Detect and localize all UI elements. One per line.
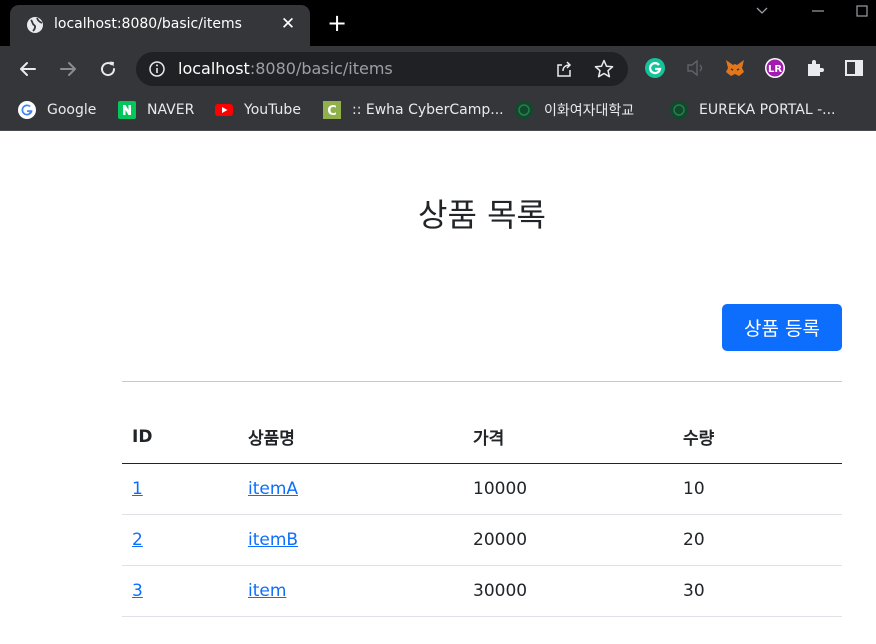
cell-quantity: 10 [673, 463, 842, 515]
bookmark-label: 이화여자대학교 [544, 103, 635, 119]
url-host: localhost [178, 59, 250, 78]
url-text: localhost:8080/basic/items [178, 59, 393, 78]
profile-lr-icon[interactable]: LR [764, 57, 786, 79]
globe-icon [27, 17, 43, 33]
cell-price: 10000 [463, 463, 673, 515]
close-tab-icon[interactable]: ✕ [278, 14, 298, 34]
forward-arrow-icon[interactable] [56, 57, 80, 81]
google-icon [18, 101, 36, 119]
cell-price: 30000 [463, 565, 673, 617]
tab-title: localhost:8080/basic/items [54, 16, 242, 32]
item-name-link[interactable]: itemA [248, 479, 298, 499]
bookmark-ewha-cybercamp[interactable]: C :: Ewha CyberCamp... [323, 99, 504, 121]
metamask-icon[interactable] [724, 57, 746, 79]
active-tab[interactable]: localhost:8080/basic/items ✕ [10, 5, 310, 46]
bookmark-label: NAVER [147, 102, 195, 118]
bookmark-label: :: Ewha CyberCamp... [352, 102, 504, 118]
table-row: 2 itemB 20000 20 [122, 514, 842, 566]
register-item-button[interactable]: 상품 등록 [722, 304, 842, 351]
cell-quantity: 30 [673, 565, 842, 617]
address-bar[interactable]: localhost:8080/basic/items [136, 52, 628, 86]
browser-toolbar: localhost:8080/basic/items LR [0, 46, 876, 92]
item-id-link[interactable]: 3 [132, 581, 143, 601]
tab-search-icon[interactable] [752, 4, 772, 18]
item-name-link[interactable]: item [248, 581, 286, 601]
cell-quantity: 20 [673, 514, 842, 566]
url-path: :8080/basic/items [249, 59, 393, 78]
bookmark-label: Google [47, 102, 97, 118]
cell-id: 1 [122, 463, 238, 515]
back-arrow-icon[interactable] [16, 57, 40, 81]
maximize-icon[interactable] [852, 4, 872, 18]
bookmark-label: EUREKA PORTAL -... [699, 102, 836, 118]
youtube-icon [215, 104, 233, 116]
site-info-icon[interactable] [148, 60, 166, 78]
minimize-icon[interactable] [808, 4, 828, 18]
divider [122, 381, 842, 382]
item-id-link[interactable]: 1 [132, 479, 143, 499]
cell-price: 20000 [463, 514, 673, 566]
item-id-link[interactable]: 2 [132, 530, 143, 550]
share-icon[interactable] [554, 59, 574, 79]
cybercamp-icon: C [323, 101, 341, 119]
cell-id: 2 [122, 514, 238, 566]
bookmark-naver[interactable]: NAVER [118, 99, 194, 121]
items-table: ID 상품명 가격 수량 1 itemA 10000 10 2 itemB 20… [122, 411, 842, 617]
new-tab-button[interactable]: + [326, 11, 348, 35]
grammarly-icon[interactable] [644, 57, 666, 79]
table-header-row: ID 상품명 가격 수량 [122, 411, 842, 464]
speaker-muted-icon[interactable] [684, 57, 706, 79]
svg-text:LR: LR [768, 64, 782, 75]
bookmark-ewha-university[interactable]: 이화여자대학교 [515, 99, 634, 121]
item-name-link[interactable]: itemB [248, 530, 298, 550]
cell-id: 3 [122, 565, 238, 617]
cell-name: itemB [238, 514, 463, 566]
header-name: 상품명 [238, 411, 463, 464]
eureka-icon [670, 101, 688, 119]
bookmark-youtube[interactable]: YouTube [215, 99, 301, 121]
bookmark-eureka-portal[interactable]: EUREKA PORTAL -... [670, 99, 836, 121]
table-row: 3 item 30000 30 [122, 565, 842, 617]
reload-icon[interactable] [96, 57, 120, 81]
bookmark-star-icon[interactable] [593, 58, 615, 80]
bookmark-label: YouTube [244, 102, 301, 118]
ewha-icon [515, 101, 533, 119]
cell-name: itemA [238, 463, 463, 515]
header-id: ID [122, 411, 238, 464]
bookmarks-bar: Google NAVER YouTube C :: Ewha CyberCamp… [0, 92, 876, 131]
bookmark-google[interactable]: Google [18, 99, 96, 121]
table-row: 1 itemA 10000 10 [122, 463, 842, 515]
header-price: 가격 [463, 411, 673, 464]
tab-strip: localhost:8080/basic/items ✕ + [0, 0, 876, 46]
page-title: 상품 목록 [418, 196, 546, 234]
header-quantity: 수량 [673, 411, 842, 464]
side-panel-icon[interactable] [843, 57, 865, 79]
cell-name: item [238, 565, 463, 617]
naver-icon [118, 101, 136, 119]
svg-text:C: C [327, 104, 337, 119]
puzzle-icon[interactable] [804, 57, 826, 79]
